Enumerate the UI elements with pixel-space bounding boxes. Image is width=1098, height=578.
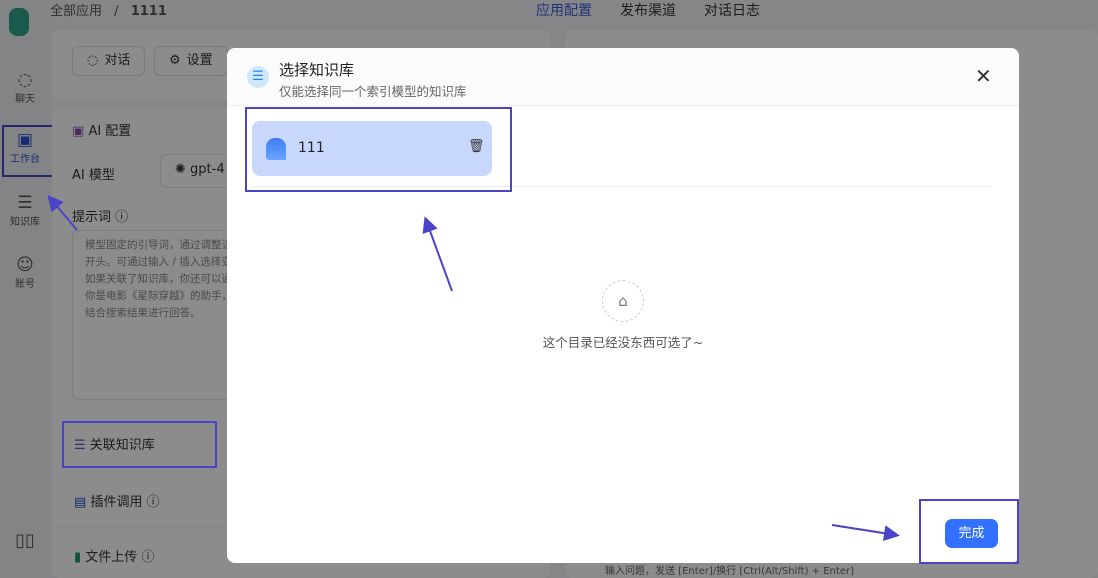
annotation-arrows-top bbox=[422, 216, 900, 542]
arrow bbox=[831, 524, 900, 542]
arrow bbox=[422, 216, 453, 292]
